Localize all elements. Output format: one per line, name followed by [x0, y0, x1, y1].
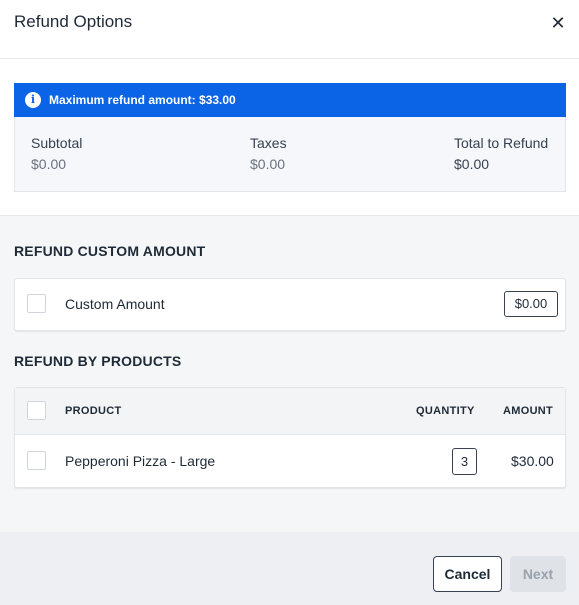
column-header-amount: AMOUNT: [503, 405, 554, 417]
products-table: PRODUCT QUANTITY AMOUNT Pepperoni Pizza …: [14, 387, 566, 488]
subtotal-value: $0.00: [31, 156, 67, 172]
column-header-product: PRODUCT: [65, 405, 122, 417]
next-button[interactable]: Next: [510, 556, 566, 592]
total-to-refund-column: Total to Refund $0.00: [454, 135, 548, 172]
custom-amount-label: Custom Amount: [65, 296, 165, 312]
products-table-header: PRODUCT QUANTITY AMOUNT: [15, 388, 565, 435]
max-refund-banner: i Maximum refund amount: $33.00: [14, 83, 566, 117]
dialog-header: Refund Options ✕: [0, 0, 579, 59]
max-refund-text: Maximum refund amount: $33.00: [49, 93, 236, 107]
refund-summary-area: i Maximum refund amount: $33.00 Subtotal…: [0, 59, 579, 216]
subtotal-column: Subtotal $0.00: [31, 135, 82, 172]
subtotal-label: Subtotal: [31, 135, 83, 151]
cancel-button[interactable]: Cancel: [433, 556, 502, 592]
taxes-value: $0.00: [250, 156, 286, 172]
product-row-checkbox[interactable]: [27, 451, 46, 470]
max-refund-amount: $33.00: [199, 93, 236, 107]
info-icon: i: [25, 92, 41, 108]
product-name: Pepperoni Pizza - Large: [65, 453, 216, 469]
dialog-footer: Cancel Next: [0, 532, 579, 605]
taxes-label: Taxes: [250, 135, 287, 151]
total-to-refund-value: $0.00: [454, 156, 490, 172]
dialog-title: Refund Options: [14, 12, 133, 31]
taxes-column: Taxes $0.00: [250, 135, 287, 172]
total-to-refund-label: Total to Refund: [454, 135, 549, 151]
custom-amount-card: Custom Amount $0.00: [14, 278, 566, 331]
products-heading: REFUND BY PRODUCTS: [14, 353, 182, 369]
product-quantity-input[interactable]: 3: [452, 448, 477, 475]
custom-amount-input[interactable]: $0.00: [504, 291, 558, 317]
max-refund-prefix: Maximum refund amount:: [49, 93, 200, 107]
custom-amount-checkbox[interactable]: [27, 294, 46, 313]
refund-totals: Subtotal $0.00 Taxes $0.00 Total to Refu…: [14, 117, 566, 192]
select-all-products-checkbox[interactable]: [27, 401, 46, 420]
close-icon[interactable]: ✕: [548, 13, 568, 33]
column-header-quantity: QUANTITY: [416, 405, 475, 417]
product-amount: $30.00: [511, 453, 554, 469]
custom-amount-heading: REFUND CUSTOM AMOUNT: [14, 243, 206, 259]
